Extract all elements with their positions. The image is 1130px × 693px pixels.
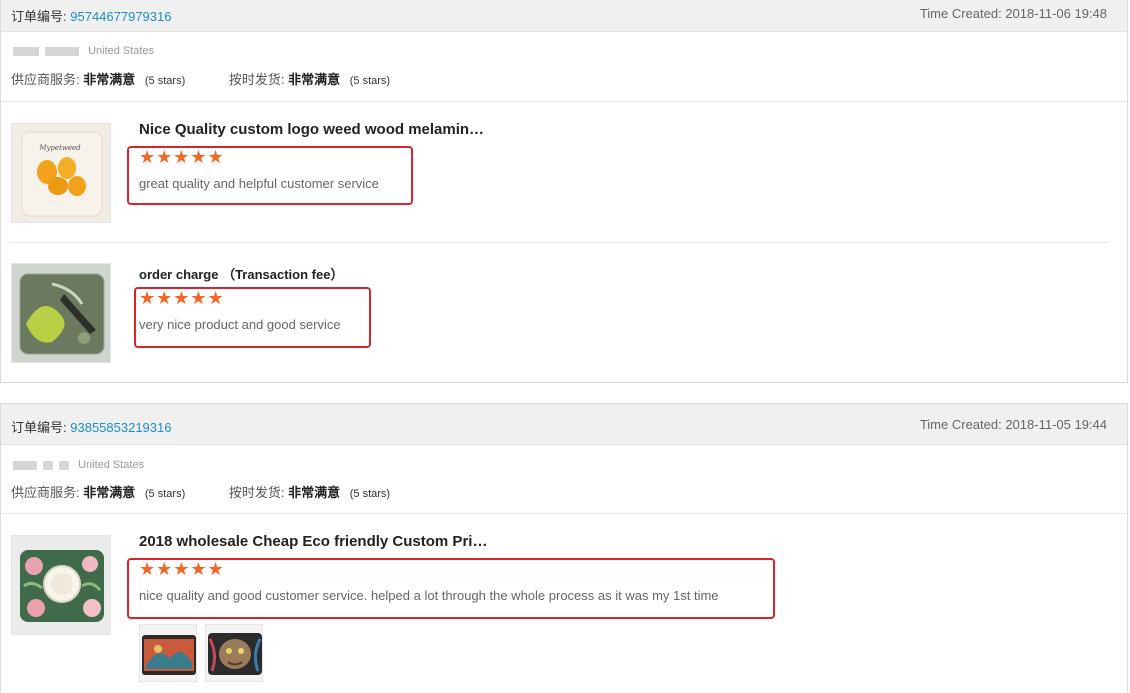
divider <box>1 101 1127 102</box>
order-number-label: 订单编号: 95744677979316 <box>11 9 172 24</box>
blurred-buyer-name <box>13 460 37 470</box>
order-card: 订单编号: 93855853219316 Time Created: 2018-… <box>0 403 1128 693</box>
review-comment: very nice product and good service <box>139 317 341 332</box>
order-ratings: 供应商服务: 非常满意 (5 stars) 按时发货: 非常满意 (5 star… <box>11 482 390 501</box>
review-photo[interactable] <box>205 624 263 682</box>
buyer-country: United States <box>88 45 155 57</box>
thumbnail-logo-text: Mypetweed <box>38 144 81 152</box>
product-title[interactable]: 2018 wholesale Cheap Eco friendly Custom… <box>139 533 487 550</box>
shipping-label: 按时发货: <box>228 485 285 500</box>
shipping-label: 按时发货: <box>228 72 285 87</box>
shipping-stars: (5 stars) <box>349 488 391 500</box>
order-card: 订单编号: 95744677979316 Time Created: 2018-… <box>0 0 1128 383</box>
order-header: 订单编号: 95744677979316 Time Created: 2018-… <box>1 0 1127 32</box>
review-comment: great quality and helpful customer servi… <box>139 176 379 191</box>
order-number-link[interactable]: 93855853219316 <box>70 420 171 435</box>
supplier-service-label: 供应商服务: <box>11 72 80 87</box>
order-number-link[interactable]: 95744677979316 <box>70 9 171 24</box>
review-stars: ★★★★★ <box>139 147 225 167</box>
product-title[interactable]: order charge （Transaction fee） <box>139 264 343 283</box>
blurred-buyer-name <box>45 46 79 56</box>
time-created: Time Created: 2018-11-06 19:48 <box>919 6 1107 21</box>
product-thumbnail[interactable]: Mypetweed <box>11 123 111 223</box>
order-number-label: 订单编号: 93855853219316 <box>11 420 172 435</box>
supplier-service-value: 非常满意 <box>83 72 136 87</box>
shipping-stars: (5 stars) <box>349 75 391 87</box>
supplier-service-stars: (5 stars) <box>144 75 186 87</box>
buyer-info: United States <box>13 45 154 57</box>
shipping-value: 非常满意 <box>288 485 341 500</box>
supplier-service-value: 非常满意 <box>83 485 136 500</box>
supplier-service-label: 供应商服务: <box>11 485 80 500</box>
review-stars: ★★★★★ <box>139 288 225 308</box>
shipping-value: 非常满意 <box>288 72 341 87</box>
review-photo[interactable] <box>139 624 197 682</box>
divider <box>1 513 1127 514</box>
review-stars: ★★★★★ <box>139 559 225 579</box>
product-thumbnail[interactable] <box>11 535 111 635</box>
blurred-buyer-name <box>59 460 69 470</box>
blurred-buyer-name <box>13 46 39 56</box>
buyer-info: United States <box>13 459 144 471</box>
time-created: Time Created: 2018-11-05 19:44 <box>919 417 1107 432</box>
review-comment: nice quality and good customer service. … <box>139 588 719 603</box>
order-ratings: 供应商服务: 非常满意 (5 stars) 按时发货: 非常满意 (5 star… <box>11 69 390 88</box>
blurred-buyer-name <box>43 460 53 470</box>
buyer-country: United States <box>78 459 145 471</box>
supplier-service-stars: (5 stars) <box>144 488 186 500</box>
order-header: 订单编号: 93855853219316 Time Created: 2018-… <box>1 404 1127 445</box>
product-title[interactable]: Nice Quality custom logo weed wood melam… <box>139 121 484 138</box>
product-thumbnail[interactable] <box>11 263 111 363</box>
item-divider <box>11 242 1108 243</box>
